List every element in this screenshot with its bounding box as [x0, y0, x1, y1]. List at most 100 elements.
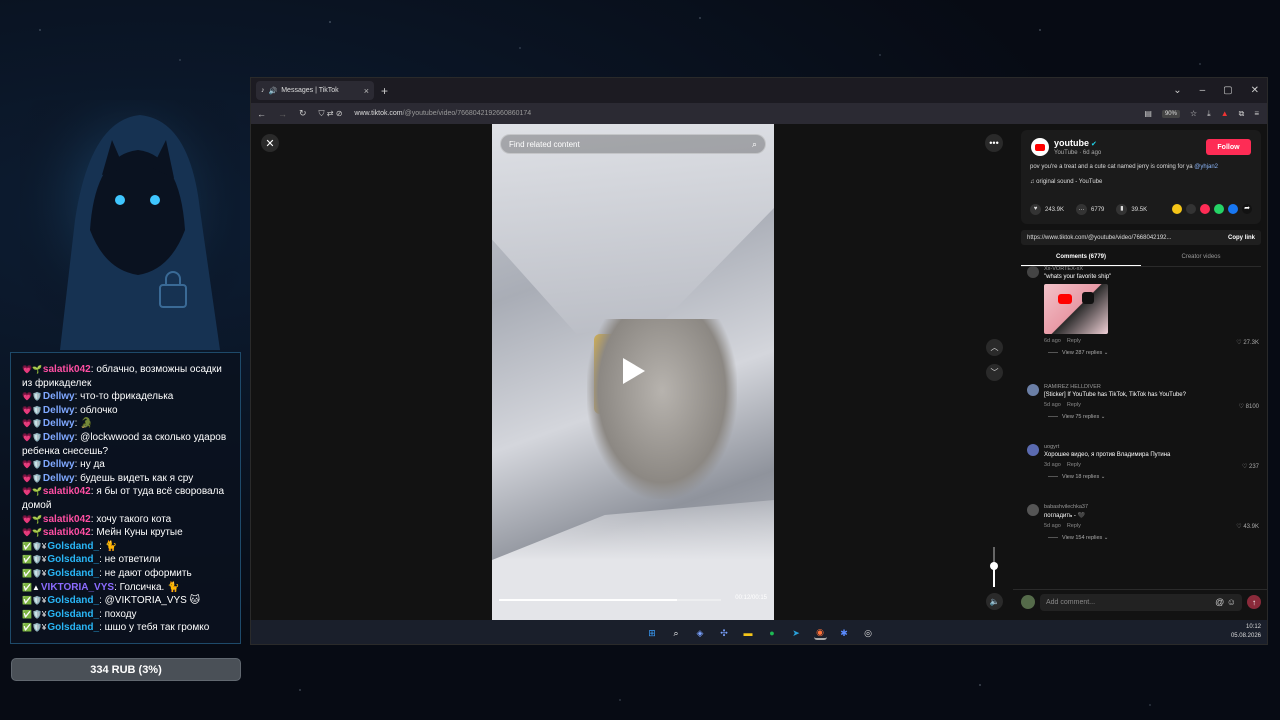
- reload-button[interactable]: ↻: [299, 108, 307, 119]
- reader-view-icon[interactable]: ▤: [1144, 109, 1152, 118]
- avatar[interactable]: [1031, 138, 1049, 156]
- chat-username[interactable]: salatik042: [43, 486, 91, 497]
- tab-creator-videos[interactable]: Creator videos: [1141, 251, 1261, 266]
- downloads-icon[interactable]: ⤓: [1207, 109, 1211, 119]
- comment-like-button[interactable]: ♡ 43.9K: [1236, 523, 1259, 530]
- comment-image[interactable]: [1044, 284, 1108, 334]
- chat-username[interactable]: salatik042: [43, 527, 91, 538]
- chat-username[interactable]: Golsdand_: [47, 622, 99, 633]
- close-window-button[interactable]: ✕: [1251, 85, 1259, 96]
- like-button[interactable]: ♥ 243.9K: [1030, 204, 1064, 215]
- avatar[interactable]: [1027, 384, 1039, 396]
- comment-like-button[interactable]: ♡ 237: [1242, 463, 1259, 470]
- find-related-search-input[interactable]: Find related content ⌕: [500, 134, 766, 154]
- video-player[interactable]: Find related content ⌕ 00:12/00:15: [492, 124, 774, 620]
- back-button[interactable]: ←: [257, 109, 266, 119]
- chat-username[interactable]: VIKTORIA_VYS: [41, 582, 114, 593]
- search-icon[interactable]: ⌕: [752, 139, 757, 150]
- share-friends-icon[interactable]: [1172, 204, 1182, 214]
- address-bar[interactable]: www.tiktok.com/@youtube/video/7668042192…: [354, 110, 531, 117]
- copy-link-button[interactable]: Copy link: [1228, 235, 1255, 241]
- zoom-level[interactable]: 90%: [1161, 109, 1180, 118]
- share-tiktok-icon[interactable]: [1200, 204, 1210, 214]
- chat-username[interactable]: Golsdand_: [47, 609, 99, 620]
- comment-button[interactable]: … 6779: [1076, 204, 1104, 215]
- chat-username[interactable]: Dellwy: [43, 459, 75, 470]
- reply-button[interactable]: Reply: [1067, 338, 1081, 344]
- search-icon[interactable]: ⌕: [670, 627, 683, 640]
- spotify-icon[interactable]: ●: [766, 627, 779, 640]
- system-clock[interactable]: 10:12 05.08.2026: [1231, 623, 1261, 641]
- view-replies-button[interactable]: View 18 replies ⌄: [1048, 474, 1267, 480]
- browser-tab[interactable]: ♪ 🔊 Messages | TikTok ×: [256, 81, 374, 100]
- menu-icon[interactable]: ≡: [1254, 109, 1259, 118]
- view-replies-button[interactable]: View 75 replies ⌄: [1048, 414, 1267, 420]
- close-video-button[interactable]: ✕: [261, 134, 279, 152]
- share-arrow-icon[interactable]: ➦: [1242, 204, 1252, 214]
- comment-like-button[interactable]: ♡ 8100: [1239, 403, 1259, 410]
- chat-username[interactable]: Dellwy: [43, 418, 75, 429]
- bookmark-star-icon[interactable]: ☆: [1190, 109, 1197, 118]
- send-comment-button[interactable]: ↑: [1247, 595, 1261, 609]
- app-icon[interactable]: ✣: [718, 627, 731, 640]
- mention-emoji-icons[interactable]: @ ☺: [1215, 597, 1236, 607]
- extensions-puzzle-icon[interactable]: ⧉: [1239, 109, 1245, 119]
- video-progress-bar[interactable]: [499, 599, 721, 601]
- embed-icon[interactable]: [1186, 204, 1196, 214]
- volume-slider-handle[interactable]: [990, 562, 998, 570]
- follow-button[interactable]: Follow: [1206, 139, 1251, 155]
- chat-username[interactable]: Dellwy: [43, 405, 75, 416]
- comment-author[interactable]: babashvilechka37: [1044, 504, 1267, 510]
- chat-username[interactable]: Golsdand_: [47, 568, 99, 579]
- avatar[interactable]: [1027, 266, 1039, 278]
- chat-username[interactable]: Golsdand_: [47, 595, 99, 606]
- comment-like-button[interactable]: ♡ 27.3K: [1236, 339, 1259, 346]
- next-video-button[interactable]: ﹀: [986, 364, 1003, 381]
- firefox-icon[interactable]: ◉: [813, 627, 827, 640]
- avatar[interactable]: [1027, 504, 1039, 516]
- comment-author[interactable]: uogyrt: [1044, 444, 1267, 450]
- sound-link[interactable]: ♫ original sound - YouTube: [1030, 179, 1102, 185]
- post-author[interactable]: youtube ✔: [1054, 138, 1097, 148]
- chat-username[interactable]: Golsdand_: [47, 541, 99, 552]
- chat-username[interactable]: Dellwy: [43, 391, 75, 402]
- add-comment-input[interactable]: Add comment... @ ☺: [1040, 593, 1242, 611]
- chat-username[interactable]: salatik042: [43, 514, 91, 525]
- chat-username[interactable]: Dellwy: [43, 432, 75, 443]
- telegram-icon[interactable]: ➤: [790, 627, 803, 640]
- facebook-icon[interactable]: [1228, 204, 1238, 214]
- more-options-button[interactable]: •••: [985, 134, 1003, 152]
- comment-author[interactable]: RAMIREZ HELLDIVER: [1044, 384, 1267, 390]
- file-explorer-icon[interactable]: ▬: [742, 627, 755, 640]
- post-link-field[interactable]: https://www.tiktok.com/@youtube/video/76…: [1021, 230, 1261, 245]
- reply-button[interactable]: Reply: [1067, 402, 1081, 408]
- mention-link[interactable]: @yhjan2: [1194, 164, 1218, 170]
- reply-button[interactable]: Reply: [1067, 523, 1081, 529]
- forward-button[interactable]: →: [278, 109, 287, 119]
- view-replies-button[interactable]: View 287 replies ⌄: [1048, 350, 1267, 356]
- minimize-button[interactable]: –: [1200, 85, 1206, 96]
- previous-video-button[interactable]: ︿: [986, 339, 1003, 356]
- app-icon[interactable]: ✱: [838, 627, 851, 640]
- windows-start-icon[interactable]: ⊞: [646, 627, 659, 640]
- maximize-button[interactable]: ▢: [1223, 85, 1232, 96]
- app-icon[interactable]: ◎: [862, 627, 875, 640]
- speaker-icon[interactable]: 🔊: [269, 87, 278, 95]
- tab-comments[interactable]: Comments (6779): [1021, 251, 1141, 266]
- volume-icon[interactable]: 🔈: [986, 593, 1003, 610]
- view-replies-button[interactable]: View 154 replies ⌄: [1048, 535, 1267, 541]
- tab-list-chevron-icon[interactable]: ⌄: [1173, 85, 1181, 96]
- save-button[interactable]: ▮ 39.5K: [1116, 204, 1147, 215]
- close-tab-icon[interactable]: ×: [364, 86, 369, 96]
- app-icon[interactable]: ◈: [694, 627, 707, 640]
- chat-username[interactable]: Dellwy: [43, 473, 75, 484]
- reply-button[interactable]: Reply: [1067, 462, 1081, 468]
- play-icon[interactable]: [621, 356, 647, 386]
- comment-author[interactable]: Xx-VORTEX-xX: [1044, 266, 1267, 272]
- new-tab-button[interactable]: +: [381, 84, 388, 98]
- chat-username[interactable]: salatik042: [43, 364, 91, 375]
- shield-icon[interactable]: ⛉ ⇄ ⊘: [319, 109, 343, 119]
- avatar[interactable]: [1027, 444, 1039, 456]
- chat-username[interactable]: Golsdand_: [47, 554, 99, 565]
- whatsapp-icon[interactable]: [1214, 204, 1224, 214]
